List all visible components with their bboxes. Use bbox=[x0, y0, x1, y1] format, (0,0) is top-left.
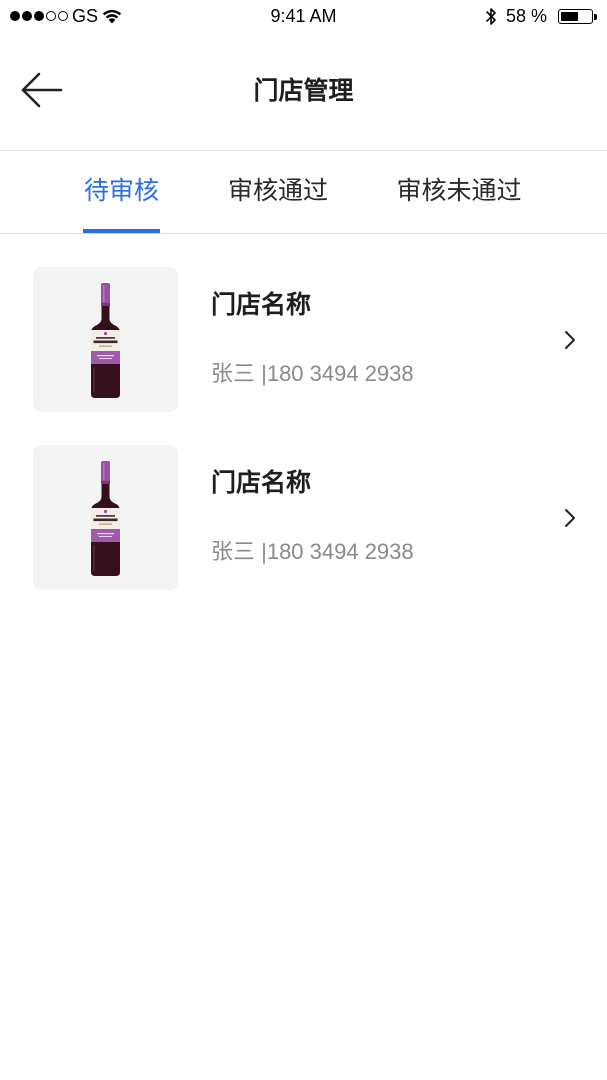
tab-label: 审核未通过 bbox=[396, 177, 522, 205]
tab-pending[interactable]: 待审核 bbox=[83, 151, 160, 233]
bottle-label-band bbox=[91, 351, 120, 364]
store-thumbnail bbox=[33, 445, 178, 590]
wine-bottle-image bbox=[91, 461, 120, 576]
store-name: 门店名称 bbox=[211, 469, 312, 497]
store-contact: 张三 |180 3494 2938 bbox=[211, 361, 414, 386]
bottle-capsule bbox=[101, 283, 110, 305]
battery-icon bbox=[558, 9, 593, 24]
tab-label: 待审核 bbox=[83, 177, 159, 205]
store-list-item[interactable]: 门店名称 张三 |180 3494 2938 bbox=[0, 428, 607, 606]
bluetooth-icon bbox=[486, 8, 496, 25]
status-bar: GS 9:41 AM 58 % bbox=[0, 0, 607, 32]
battery-nub bbox=[594, 14, 597, 20]
bottle-capsule bbox=[101, 461, 110, 483]
navigation-bar: 门店管理 bbox=[0, 32, 607, 150]
battery-percent: 58 % bbox=[506, 6, 548, 26]
wine-bottle-image bbox=[91, 283, 120, 398]
chevron-right-icon bbox=[565, 509, 575, 527]
tab-approved[interactable]: 审核通过 bbox=[228, 151, 328, 233]
status-tabs: 待审核 审核通过 审核未通过 bbox=[0, 151, 607, 233]
store-contact: 张三 |180 3494 2938 bbox=[211, 539, 414, 564]
battery-level-fill bbox=[561, 12, 578, 21]
store-name: 门店名称 bbox=[211, 291, 312, 319]
chevron-right-icon bbox=[565, 331, 575, 349]
store-list-item[interactable]: 门店名称 张三 |180 3494 2938 bbox=[0, 250, 607, 428]
bottle-label-band bbox=[91, 529, 120, 542]
tabs-divider bbox=[0, 233, 607, 234]
tab-rejected[interactable]: 审核未通过 bbox=[395, 151, 523, 233]
page-title: 门店管理 bbox=[253, 77, 354, 105]
store-thumbnail bbox=[33, 267, 178, 412]
tab-label: 审核通过 bbox=[228, 177, 329, 205]
